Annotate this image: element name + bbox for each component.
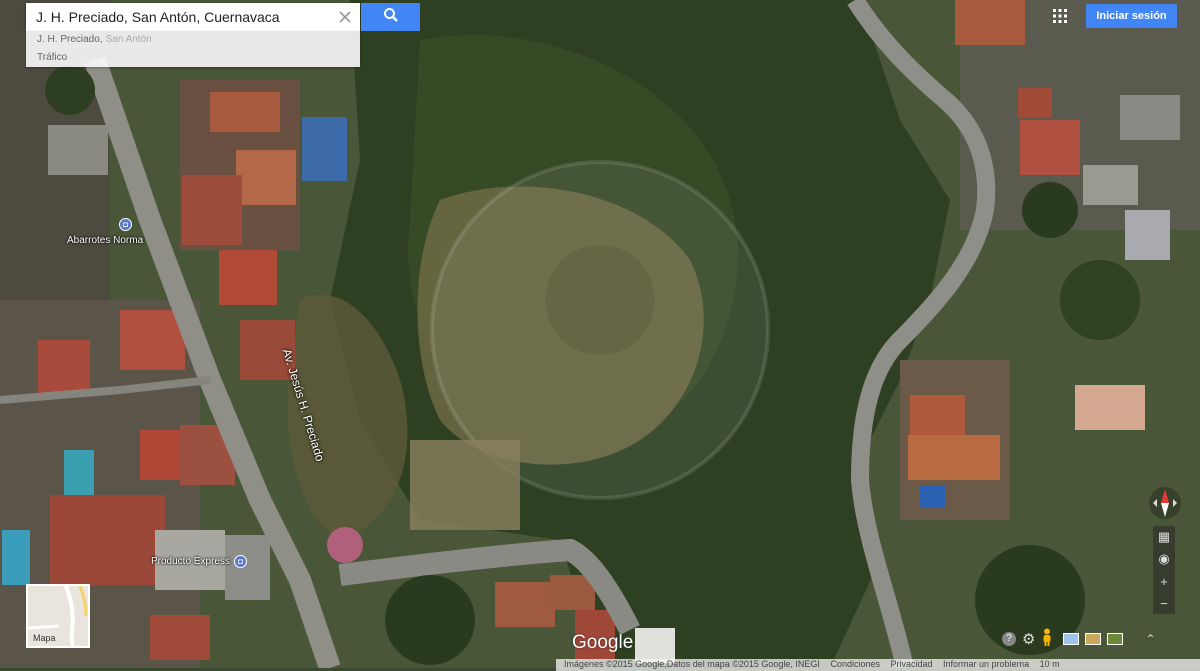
search-box [26, 3, 360, 31]
chevron-up-icon[interactable]: ⌃ [1145, 632, 1155, 646]
tilt-icon[interactable]: ▦ [1153, 526, 1175, 548]
zoom-in-button[interactable]: + [1153, 570, 1175, 592]
map-type-toggle[interactable]: Mapa [26, 584, 90, 648]
attribution-footer: Imágenes ©2015 Google,Datos del mapa ©20… [556, 659, 1200, 671]
satellite-map[interactable] [0, 0, 1200, 668]
suggestion-sub-text: San Antón [105, 34, 152, 45]
suggestion-item-traffic[interactable]: Tráfico [26, 49, 360, 67]
google-logo: Google [572, 632, 634, 653]
suggestion-item[interactable]: J. H. Preciado, San Antón [26, 31, 360, 49]
minimap-label: Mapa [33, 633, 56, 643]
location-icon[interactable]: ◉ [1153, 548, 1175, 570]
layer-thumb-map[interactable] [1063, 633, 1080, 645]
layer-thumb-terrain[interactable] [1085, 633, 1102, 645]
compass-icon[interactable] [1147, 485, 1183, 521]
search-input[interactable] [26, 3, 326, 31]
map-controls: ▦ ◉ + − [1153, 526, 1175, 614]
help-icon[interactable]: ? [1002, 632, 1016, 646]
suggestion-main-text: Tráfico [37, 52, 68, 63]
signin-button[interactable]: Iniciar sesión [1086, 4, 1177, 28]
apps-grid-icon[interactable] [1052, 8, 1068, 24]
suggestion-main-text: J. H. Preciado, [37, 34, 103, 45]
pegman-icon[interactable] [1041, 628, 1057, 651]
close-icon[interactable] [336, 8, 354, 26]
zoom-out-button[interactable]: − [1153, 592, 1175, 614]
search-icon [383, 7, 399, 28]
layer-thumb-earth[interactable] [1107, 633, 1124, 645]
shop-icon[interactable]: ◘ [234, 555, 247, 568]
bottom-tools: ? ⚙ ⌃ [1002, 628, 1156, 651]
place-label-producto-express[interactable]: Producto Express [151, 556, 230, 567]
place-label-abarrotes[interactable]: Abarrotes Norma [67, 235, 143, 246]
search-button[interactable] [361, 3, 420, 31]
suggestion-list: J. H. Preciado, San Antón Tráfico [26, 31, 360, 67]
shop-icon[interactable]: ◘ [119, 218, 132, 231]
gear-icon[interactable]: ⚙ [1022, 630, 1035, 648]
